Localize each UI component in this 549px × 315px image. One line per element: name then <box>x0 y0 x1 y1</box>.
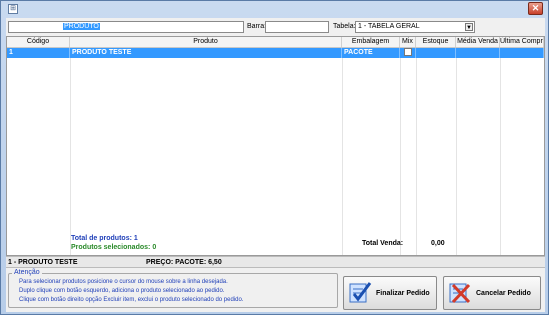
barra-input[interactable] <box>265 21 329 33</box>
col-embalagem[interactable]: Embalagem <box>342 37 400 47</box>
grid-divider <box>456 58 457 255</box>
product-search-input[interactable]: PRODUTO <box>8 21 244 33</box>
grid-divider <box>70 58 71 255</box>
info-produto: 1 - PRODUTO TESTE <box>8 259 78 266</box>
produtos-selecionados: Produtos selecionados: 0 <box>71 244 156 251</box>
app-icon: ⊞ <box>8 4 18 14</box>
cancel-document-icon <box>449 283 471 304</box>
products-grid[interactable]: Código Produto Embalagem Mix Estoque Méd… <box>6 36 545 256</box>
grid-divider <box>500 58 501 255</box>
tabela-select[interactable]: 1 - TABELA GERAL ▼ <box>355 21 475 33</box>
filter-bar: PRODUTO Barra: Tabela: 1 - TABELA GERAL … <box>6 18 545 35</box>
cell-produto: PRODUTO TESTE <box>70 48 342 58</box>
selecionados-label: Produtos selecionados: <box>71 244 151 251</box>
cell-estoque <box>416 48 456 58</box>
grid-divider <box>416 58 417 255</box>
col-media-venda[interactable]: Média Venda <box>456 37 500 47</box>
total-produtos-value: 1 <box>133 235 138 242</box>
col-ultima-compra[interactable]: Última Compra <box>500 37 544 47</box>
product-search-value: PRODUTO <box>63 23 100 30</box>
chevron-down-icon[interactable]: ▼ <box>465 23 473 31</box>
main-window: ⊞ ✕ PRODUTO Barra: Tabela: 1 - TABELA GE… <box>0 0 549 315</box>
total-produtos: Total de produtos: 1 <box>71 235 138 242</box>
grid-divider <box>342 58 343 255</box>
checkmark-document-icon <box>349 282 372 303</box>
attention-box: Atenção Para selecionar produtos posicio… <box>8 269 338 308</box>
total-venda-value: 0,00 <box>431 240 445 247</box>
finalizar-pedido-label: Finalizar Pedido <box>376 290 430 297</box>
cell-ultima-compra <box>500 48 544 58</box>
cell-embalagem: PACOTE <box>342 48 400 58</box>
col-produto[interactable]: Produto <box>70 37 342 47</box>
cancelar-pedido-label: Cancelar Pedido <box>476 290 531 297</box>
mix-checkbox[interactable] <box>403 48 412 56</box>
window-client: PRODUTO Barra: Tabela: 1 - TABELA GERAL … <box>6 18 545 312</box>
col-codigo[interactable]: Código <box>7 37 70 47</box>
tabela-select-value: 1 - TABELA GERAL <box>358 23 420 30</box>
close-button[interactable]: ✕ <box>528 2 543 15</box>
attention-title: Atenção <box>12 269 42 276</box>
attention-line: Para selecionar produtos posicione o cur… <box>19 279 228 285</box>
col-mix[interactable]: Mix <box>400 37 416 47</box>
selecionados-value: 0 <box>152 244 157 251</box>
total-venda-label: Total Venda: <box>362 240 404 247</box>
product-info-bar: 1 - PRODUTO TESTE PREÇO: PACOTE: 6,50 <box>6 256 545 268</box>
col-estoque[interactable]: Estoque <box>416 37 456 47</box>
attention-line: Duplo clique com botão esquerdo, adicion… <box>19 288 225 294</box>
finalizar-pedido-button[interactable]: Finalizar Pedido <box>343 276 437 310</box>
grid-header: Código Produto Embalagem Mix Estoque Méd… <box>7 37 544 48</box>
table-row[interactable]: 1 PRODUTO TESTE PACOTE <box>7 48 544 58</box>
grid-divider <box>400 58 401 255</box>
title-bar: ⊞ ✕ <box>1 1 548 17</box>
attention-line: Clique com botão direito opção Excluir i… <box>19 297 244 303</box>
cell-media-venda <box>456 48 500 58</box>
cell-codigo: 1 <box>7 48 70 58</box>
barra-label: Barra: <box>247 23 267 30</box>
cell-mix <box>400 48 416 58</box>
cancelar-pedido-button[interactable]: Cancelar Pedido <box>443 276 541 310</box>
info-preco: PREÇO: PACOTE: 6,50 <box>146 259 222 266</box>
total-produtos-label: Total de produtos: <box>71 235 132 242</box>
total-venda: Total Venda: 0,00 <box>362 240 445 247</box>
tabela-label: Tabela: <box>333 23 356 30</box>
